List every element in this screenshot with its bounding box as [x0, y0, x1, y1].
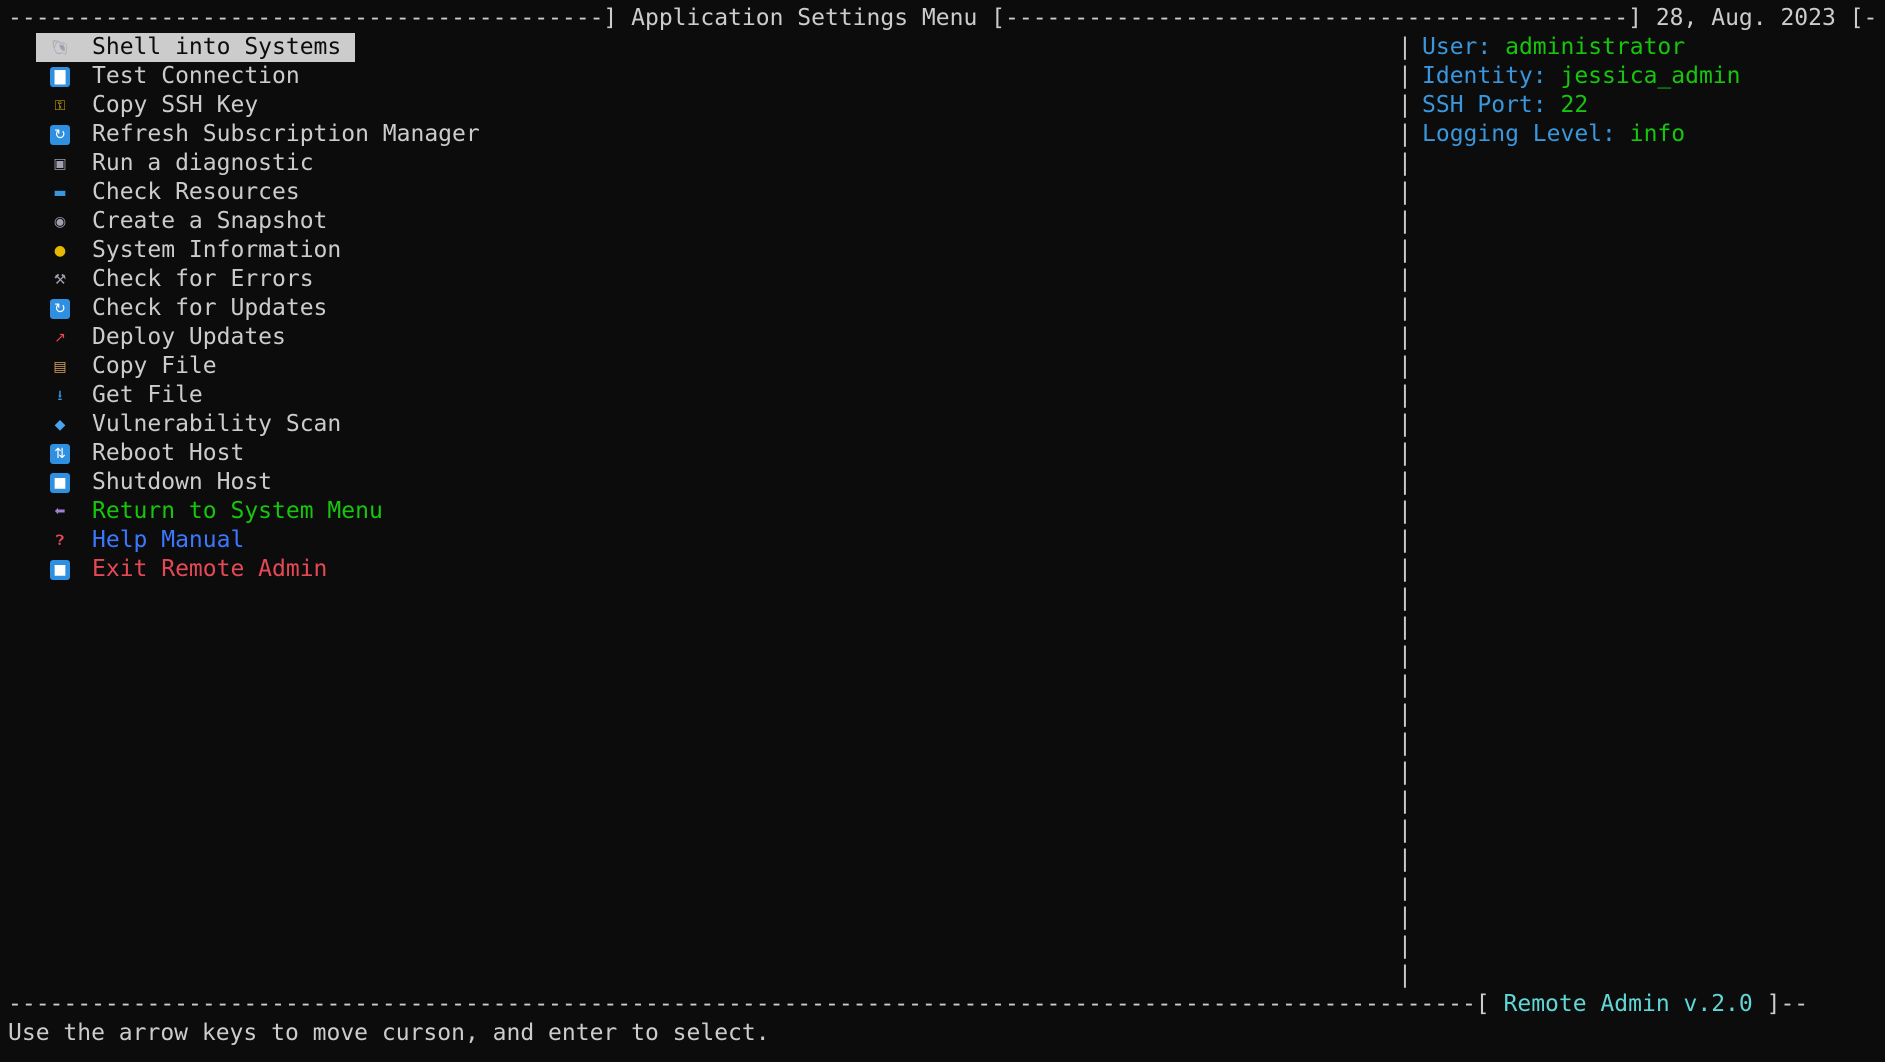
menu-item-system-information[interactable]: ● System Information [36, 236, 355, 265]
menu-item-label: Run a diagnostic [92, 150, 314, 176]
menu-item-create-a-snapshot[interactable]: ◉ Create a Snapshot [36, 207, 341, 236]
menu-item-get-file[interactable]: ⭳ Get File [36, 381, 217, 410]
menu-item-label: Check for Errors [92, 266, 314, 292]
menu-item-shutdown-host[interactable]: ■ Shutdown Host [36, 468, 286, 497]
menu-item-check-for-updates[interactable]: ↻ Check for Updates [36, 294, 341, 323]
menu-item-return-to-system-menu[interactable]: ⬅ Return to System Menu [36, 497, 397, 526]
menu-item-label: Create a Snapshot [92, 208, 328, 234]
session-info-panel: User: administrator Identity: jessica_ad… [1422, 33, 1741, 149]
footer-rule-end: ]-- [1752, 991, 1809, 1017]
info-ssh-port-key: SSH Port: [1422, 92, 1547, 118]
footer-bar: ----------------------------------------… [8, 990, 1878, 1019]
question-mark-icon: ❓︎ [55, 532, 65, 549]
refresh-icon: ↻ [50, 298, 70, 319]
laptop-icon: ▬ [53, 184, 67, 201]
menu-item-label: Check Resources [92, 179, 300, 205]
header-date: 28, Aug. 2023 [1655, 5, 1836, 31]
menu-item-label: Vulnerability Scan [92, 411, 342, 437]
info-logging-level-value: info [1629, 121, 1686, 147]
shell-icon: 🐚︎ [51, 39, 69, 56]
floppy-disk-icon: ▣ [53, 155, 67, 172]
info-logging-level-key: Logging Level: [1422, 121, 1616, 147]
stop-icon: ■ [50, 472, 70, 493]
menu-item-reboot-host[interactable]: ⇅ Reboot Host [36, 439, 258, 468]
info-user: User: administrator [1422, 33, 1741, 62]
repeat-icon: ⇅ [50, 443, 70, 464]
menu-item-label: Test Connection [92, 63, 300, 89]
menu-item-label: Help Manual [92, 527, 245, 553]
back-arrow-icon: ⬅ [54, 503, 66, 519]
menu-item-label: Exit Remote Admin [92, 556, 328, 582]
menu-item-label: Copy File [92, 353, 217, 379]
camera-icon: ◉ [53, 213, 67, 230]
info-identity-key: Identity: [1422, 63, 1547, 89]
menu-item-label: Shutdown Host [92, 469, 273, 495]
menu-item-check-for-errors[interactable]: ⚒ Check for Errors [36, 265, 328, 294]
menu-item-copy-file[interactable]: ▤ Copy File [36, 352, 231, 381]
info-user-key: User: [1422, 34, 1492, 60]
menu-item-refresh-subscription-manager[interactable]: ↻ Refresh Subscription Manager [36, 120, 494, 149]
refresh-icon: ↻ [50, 124, 70, 145]
inbox-icon: ⭳ [57, 387, 63, 404]
menu-item-label: System Information [92, 237, 342, 263]
menu-item-label: Refresh Subscription Manager [92, 121, 480, 147]
info-user-value: administrator [1505, 34, 1686, 60]
info-logging-level: Logging Level: info [1422, 120, 1741, 149]
menu-item-exit-remote-admin[interactable]: ■ Exit Remote Admin [36, 555, 341, 584]
clipboard-icon: ▤ [53, 358, 67, 375]
header-bar: ----------------------------------------… [8, 4, 1878, 33]
bar-chart-icon: ▇ [50, 66, 70, 87]
menu-item-run-a-diagnostic[interactable]: ▣ Run a diagnostic [36, 149, 328, 178]
info-identity: Identity: jessica_admin [1422, 62, 1741, 91]
header-mid-rule: [---------------------------------------… [977, 5, 1656, 31]
menu-item-copy-ssh-key[interactable]: ⚿ Copy SSH Key [36, 91, 272, 120]
menu-item-label: Return to System Menu [92, 498, 383, 524]
header-left-rule: ----------------------------------------… [8, 5, 632, 31]
tools-icon: ⚒ [53, 271, 67, 288]
rocket-icon: ↗ [54, 329, 66, 346]
menu-item-deploy-updates[interactable]: ↗ Deploy Updates [36, 323, 300, 352]
menu-item-check-resources[interactable]: ▬ Check Resources [36, 178, 314, 207]
usage-hint: Use the arrow keys to move curson, and e… [8, 1020, 770, 1046]
menu-item-test-connection[interactable]: ▇ Test Connection [36, 62, 314, 91]
menu-item-label: Shell into Systems [92, 34, 342, 60]
info-ssh-port-value: 22 [1560, 92, 1589, 118]
info-ssh-port: SSH Port: 22 [1422, 91, 1741, 120]
menu-item-label: Get File [92, 382, 203, 408]
menu-item-help-manual[interactable]: ❓︎ Help Manual [36, 526, 258, 555]
menu-item-shell-into-systems[interactable]: 🐚︎ Shell into Systems [36, 33, 356, 62]
menu-item-vulnerability-scan[interactable]: ◆ Vulnerability Scan [36, 410, 355, 439]
page-title: Application Settings Menu [631, 5, 978, 31]
header-right-rule: [-- [1849, 5, 1878, 31]
menu-item-label: Reboot Host [92, 440, 245, 466]
footer-rule: ----------------------------------------… [8, 991, 1504, 1017]
key-icon: ⚿ [54, 97, 66, 114]
stop-icon: ■ [50, 559, 70, 580]
settings-menu: 🐚︎ Shell into Systems ▇ Test Connection … [36, 33, 494, 584]
menu-item-label: Copy SSH Key [92, 92, 259, 118]
lightbulb-icon: ● [53, 242, 67, 259]
version-label: Remote Admin v.2.0 [1503, 991, 1753, 1017]
menu-item-label: Deploy Updates [92, 324, 286, 350]
menu-item-label: Check for Updates [92, 295, 328, 321]
info-identity-value: jessica_admin [1560, 63, 1741, 89]
vertical-divider: | | | | | | | | | | | | | | | | | | | | … [1398, 34, 1412, 988]
shield-icon: ◆ [54, 416, 66, 433]
